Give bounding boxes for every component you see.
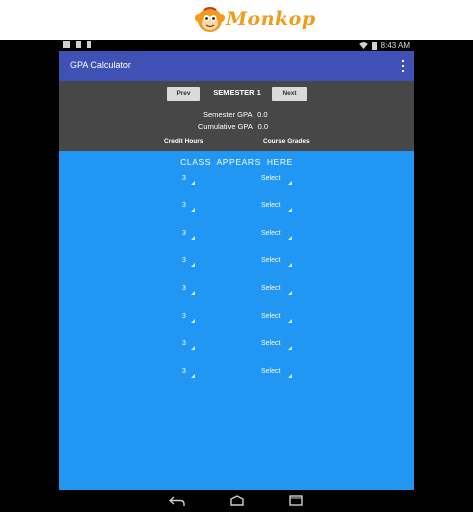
grade-spinner[interactable]: Select (261, 368, 295, 380)
wifi-icon (358, 42, 368, 49)
dropdown-corner-icon (191, 346, 195, 350)
dropdown-corner-icon (288, 263, 292, 267)
course-row: 3 Select (59, 202, 414, 216)
credit-hours-spinner[interactable]: 3 (182, 230, 198, 242)
dropdown-corner-icon (288, 291, 292, 295)
cumulative-gpa-label: Cumulative GPA (198, 122, 253, 131)
prev-button[interactable]: Prev (167, 87, 200, 101)
dropdown-corner-icon (191, 181, 195, 185)
credit-hours-spinner[interactable]: 3 (182, 340, 198, 352)
dropdown-corner-icon (288, 374, 292, 378)
credit-hours-header: Credit Hours (164, 138, 204, 145)
course-row: 3 Select (59, 340, 414, 354)
grade-spinner[interactable]: Select (261, 285, 295, 297)
notification-icons (63, 41, 91, 48)
home-icon[interactable] (229, 495, 245, 506)
course-row: 3 Select (59, 230, 414, 244)
notification-icon (87, 41, 91, 48)
course-grades-header: Course Grades (263, 138, 310, 145)
grade-spinner[interactable]: Select (261, 257, 295, 269)
credit-hours-spinner[interactable]: 3 (182, 175, 198, 187)
dropdown-corner-icon (288, 319, 292, 323)
status-time: 8:43 AM (380, 41, 410, 50)
credit-hours-spinner[interactable]: 3 (182, 313, 198, 325)
dropdown-corner-icon (191, 374, 195, 378)
semester-title: SEMESTER 1 (213, 88, 261, 97)
grade-spinner[interactable]: Select (261, 313, 295, 325)
credit-hours-spinner[interactable]: 3 (182, 285, 198, 297)
battery-icon (371, 41, 377, 50)
semester-panel: Prev SEMESTER 1 Next Semester GPA 0.0 Cu… (59, 81, 414, 151)
brand-header: Monkop (0, 0, 473, 40)
back-icon[interactable] (169, 495, 185, 507)
dropdown-corner-icon (191, 208, 195, 212)
app-title: GPA Calculator (70, 60, 131, 70)
dropdown-corner-icon (191, 291, 195, 295)
dropdown-corner-icon (191, 319, 195, 323)
semester-gpa-label: Semester GPA (203, 110, 253, 119)
notification-icon (76, 41, 81, 48)
semester-gpa: Semester GPA 0.0 (203, 110, 268, 119)
app-bar: GPA Calculator (59, 51, 414, 81)
dropdown-corner-icon (288, 208, 292, 212)
dropdown-corner-icon (191, 236, 195, 240)
course-row: 3 Select (59, 368, 414, 382)
dropdown-corner-icon (288, 236, 292, 240)
status-bar: 8:43 AM (59, 40, 414, 51)
brand-name: Monkop (226, 8, 316, 30)
more-vert-icon[interactable] (401, 60, 405, 72)
grade-spinner[interactable]: Select (261, 175, 295, 187)
grade-spinner[interactable]: Select (261, 340, 295, 352)
dropdown-corner-icon (288, 181, 292, 185)
dropdown-corner-icon (191, 263, 195, 267)
cumulative-gpa: Cumulative GPA 0.0 (198, 122, 268, 131)
course-row: 3 Select (59, 257, 414, 271)
cumulative-gpa-value: 0.0 (257, 122, 268, 131)
course-row: 3 Select (59, 313, 414, 327)
notification-icon (63, 41, 70, 48)
next-button[interactable]: Next (272, 87, 307, 101)
grade-spinner[interactable]: Select (261, 202, 295, 214)
course-row: 3 Select (59, 285, 414, 299)
credit-hours-spinner[interactable]: 3 (182, 257, 198, 269)
system-nav-bar (0, 490, 473, 512)
course-list: CLASS APPEARS HERE 3 Select 3 Select 3 S… (59, 151, 414, 490)
class-banner: CLASS APPEARS HERE (180, 157, 293, 167)
dropdown-corner-icon (288, 346, 292, 350)
grade-spinner[interactable]: Select (261, 230, 295, 242)
course-row: 3 Select (59, 175, 414, 189)
recents-icon[interactable] (289, 495, 303, 506)
status-icons: 8:43 AM (358, 40, 410, 51)
screen: Monkop 8:43 AM GPA Calculator Prev SEMES… (0, 0, 473, 512)
credit-hours-spinner[interactable]: 3 (182, 202, 198, 214)
semester-gpa-value: 0.0 (257, 110, 268, 119)
credit-hours-spinner[interactable]: 3 (182, 368, 198, 380)
